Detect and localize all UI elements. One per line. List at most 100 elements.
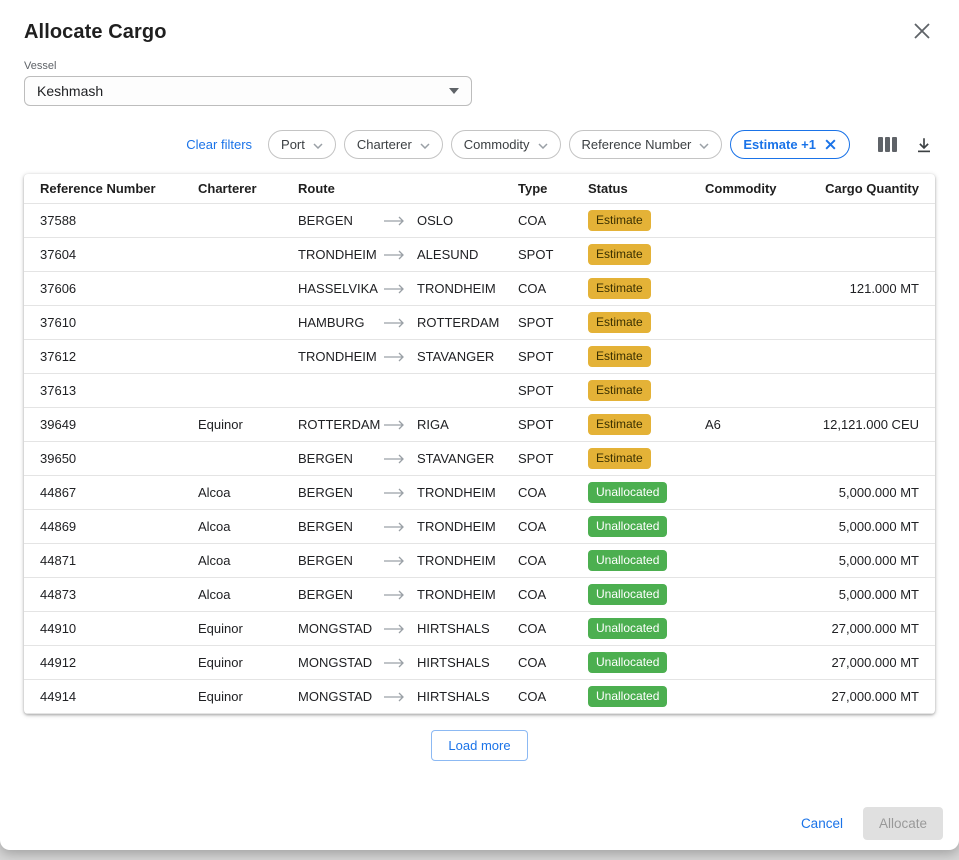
table-row[interactable]: 37604 TRONDHEIM ALESUND SPOT Estimate [24, 238, 935, 272]
route-origin: BERGEN [298, 519, 383, 534]
cell-status: Unallocated [588, 686, 705, 706]
route-origin: TRONDHEIM [298, 349, 383, 364]
filter-chip[interactable]: Reference Number [569, 130, 723, 159]
route-destination: HIRTSHALS [417, 621, 490, 636]
cell-reference-number: 39650 [40, 451, 198, 466]
column-header-charterer: Charterer [198, 181, 298, 196]
cell-reference-number: 44910 [40, 621, 198, 636]
table-row[interactable]: 44910 Equinor MONGSTAD HIRTSHALS COA Una… [24, 612, 935, 646]
filter-chips: Port Charterer Commodity Reference Numbe… [268, 130, 850, 159]
cell-charterer: Equinor [198, 621, 298, 636]
load-more-button[interactable]: Load more [431, 730, 527, 761]
route-destination: TRONDHEIM [417, 519, 496, 534]
cell-charterer: Equinor [198, 417, 298, 432]
remove-filter-icon[interactable] [824, 138, 837, 151]
chevron-down-icon [449, 88, 459, 94]
table-row[interactable]: 44912 Equinor MONGSTAD HIRTSHALS COA Una… [24, 646, 935, 680]
cell-type: SPOT [518, 383, 588, 398]
chevron-down-icon [313, 137, 323, 152]
table-row[interactable]: 37612 TRONDHEIM STAVANGER SPOT Estimate [24, 340, 935, 374]
table-row[interactable]: 44867 Alcoa BERGEN TRONDHEIM COA Unalloc… [24, 476, 935, 510]
cell-route: BERGEN STAVANGER [298, 451, 518, 466]
table-row[interactable]: 39650 BERGEN STAVANGER SPOT Estimate [24, 442, 935, 476]
filter-chip[interactable]: Charterer [344, 130, 443, 159]
cell-cargo-quantity: 121.000 MT [815, 281, 919, 296]
vessel-select[interactable]: Keshmash [24, 76, 472, 106]
route-arrow-icon [383, 556, 405, 566]
cell-reference-number: 37610 [40, 315, 198, 330]
cell-charterer: Alcoa [198, 485, 298, 500]
cell-reference-number: 44914 [40, 689, 198, 704]
status-badge: Estimate [588, 448, 651, 468]
cell-cargo-quantity: 27,000.000 MT [815, 655, 919, 670]
route-destination: STAVANGER [417, 349, 494, 364]
status-badge: Unallocated [588, 516, 667, 536]
allocate-button[interactable]: Allocate [863, 807, 943, 840]
table-row[interactable]: 44871 Alcoa BERGEN TRONDHEIM COA Unalloc… [24, 544, 935, 578]
cell-cargo-quantity: 5,000.000 MT [815, 553, 919, 568]
vessel-selected-value: Keshmash [37, 83, 103, 99]
status-badge: Unallocated [588, 686, 667, 706]
cell-commodity: A6 [705, 417, 815, 432]
status-badge: Unallocated [588, 618, 667, 638]
status-badge: Unallocated [588, 652, 667, 672]
cell-route: MONGSTAD HIRTSHALS [298, 689, 518, 704]
filter-chip[interactable]: Estimate +1 [730, 130, 850, 159]
status-badge: Estimate [588, 380, 651, 400]
vessel-field: Vessel Keshmash [24, 60, 472, 106]
status-badge: Estimate [588, 278, 651, 298]
table-row[interactable]: 37588 BERGEN OSLO COA Estimate [24, 204, 935, 238]
table-row[interactable]: 44914 Equinor MONGSTAD HIRTSHALS COA Una… [24, 680, 935, 714]
cell-reference-number: 44912 [40, 655, 198, 670]
clear-filters-link[interactable]: Clear filters [186, 137, 252, 152]
cell-status: Estimate [588, 210, 705, 230]
route-arrow-icon [383, 454, 405, 464]
cell-type: COA [518, 587, 588, 602]
cell-cargo-quantity: 12,121.000 CEU [815, 417, 919, 432]
table-row[interactable]: 37606 HASSELVIKA TRONDHEIM COA Estimate … [24, 272, 935, 306]
cell-reference-number: 44869 [40, 519, 198, 534]
table-row[interactable]: 37613 SPOT Estimate [24, 374, 935, 408]
cell-reference-number: 44871 [40, 553, 198, 568]
cell-reference-number: 37613 [40, 383, 198, 398]
cell-reference-number: 37606 [40, 281, 198, 296]
table-body: 37588 BERGEN OSLO COA Estimate 37604 TRO… [24, 204, 935, 714]
download-icon [915, 136, 933, 154]
cell-route: MONGSTAD HIRTSHALS [298, 655, 518, 670]
filter-chip[interactable]: Port [268, 130, 336, 159]
filter-chip[interactable]: Commodity [451, 130, 561, 159]
table-row[interactable]: 44869 Alcoa BERGEN TRONDHEIM COA Unalloc… [24, 510, 935, 544]
cell-type: COA [518, 621, 588, 636]
load-more-area: Load more [24, 730, 935, 761]
cell-status: Unallocated [588, 652, 705, 672]
route-destination: TRONDHEIM [417, 485, 496, 500]
cell-route: ROTTERDAM RIGA [298, 417, 518, 432]
cell-type: COA [518, 213, 588, 228]
cell-route: HAMBURG ROTTERDAM [298, 315, 518, 330]
cell-status: Estimate [588, 380, 705, 400]
column-header-cargo-quantity: Cargo Quantity [815, 181, 919, 196]
route-origin: BERGEN [298, 553, 383, 568]
cell-status: Estimate [588, 346, 705, 366]
route-destination: TRONDHEIM [417, 553, 496, 568]
cell-cargo-quantity: 27,000.000 MT [815, 689, 919, 704]
status-badge: Unallocated [588, 584, 667, 604]
table-row[interactable]: 44873 Alcoa BERGEN TRONDHEIM COA Unalloc… [24, 578, 935, 612]
cell-charterer: Alcoa [198, 587, 298, 602]
route-origin: BERGEN [298, 213, 383, 228]
cell-type: COA [518, 485, 588, 500]
table-row[interactable]: 37610 HAMBURG ROTTERDAM SPOT Estimate [24, 306, 935, 340]
cancel-button[interactable]: Cancel [791, 808, 853, 839]
cell-charterer: Equinor [198, 655, 298, 670]
cell-reference-number: 39649 [40, 417, 198, 432]
route-origin: TRONDHEIM [298, 247, 383, 262]
route-arrow-icon [383, 658, 405, 668]
table-row[interactable]: 39649 Equinor ROTTERDAM RIGA SPOT Estima… [24, 408, 935, 442]
download-button[interactable] [913, 134, 935, 156]
cell-reference-number: 44867 [40, 485, 198, 500]
route-arrow-icon [383, 488, 405, 498]
route-arrow-icon [383, 420, 405, 430]
columns-button[interactable] [876, 134, 899, 155]
close-button[interactable] [909, 18, 935, 44]
cell-route [298, 386, 518, 396]
